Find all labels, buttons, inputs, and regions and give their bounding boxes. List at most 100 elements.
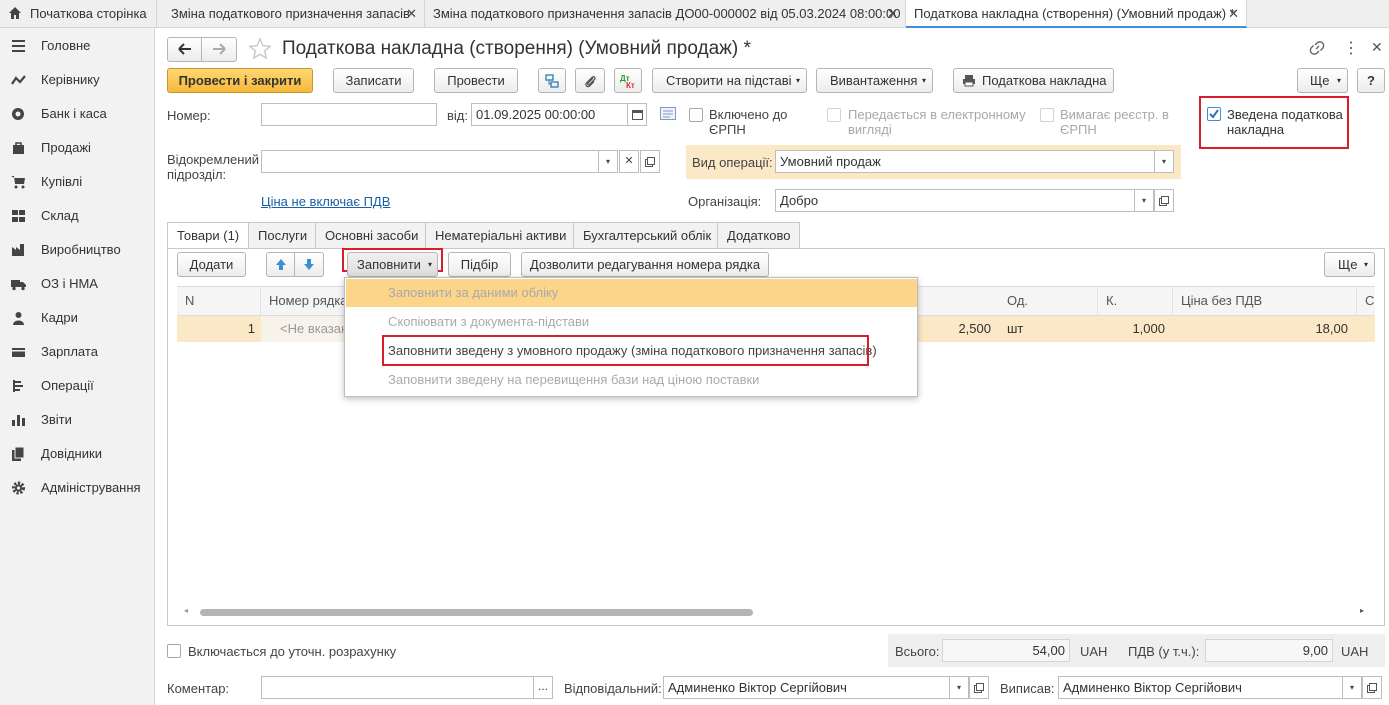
tab-additional[interactable]: Додатково [717,222,801,248]
calendar-button[interactable] [627,103,647,126]
erpn-included-checkbox[interactable] [689,108,703,122]
post-and-close-button[interactable]: Провести і закрити [167,68,313,93]
tab-services[interactable]: Послуги [248,222,318,248]
sidebar-item-label: Операції [41,378,94,393]
close-icon[interactable]: ✕ [406,0,417,27]
close-icon[interactable]: ✕ [1228,0,1239,27]
sidebar-item-reports[interactable]: Звіти [0,406,155,434]
col-unit-header[interactable]: Од. [999,287,1098,315]
tab-accounting[interactable]: Бухгалтерський облік [573,222,722,248]
menu-item-fill-consolidated-excess-base[interactable]: Заповнити зведену на перевищення бази на… [346,366,917,394]
dt-kt-button[interactable]: Дт Кт [614,68,642,93]
scroll-right-icon[interactable]: ▸ [1360,606,1364,615]
move-down-button[interactable] [295,252,324,277]
print-tax-invoice-button[interactable]: Податкова накладна [953,68,1114,93]
structure-button[interactable] [538,68,566,93]
save-button[interactable]: Записати [333,68,414,93]
operation-field[interactable]: Умовний продаж [775,150,1155,173]
cell-price[interactable]: 18,00 [1173,316,1348,342]
sidebar-item-warehouse[interactable]: Склад [0,202,155,230]
cell-k[interactable]: 1,000 [1098,316,1165,342]
tab-change-tax-purpose-doc[interactable]: Зміна податкового призначення запасів ДО… [425,0,906,28]
table-more-button[interactable]: Ще ▾ [1324,252,1375,277]
sidebar-item-production[interactable]: Виробництво [0,236,155,264]
add-row-button[interactable]: Додати [177,252,246,277]
export-button[interactable]: Вивантаження ▾ [816,68,933,93]
requires-registration-checkbox[interactable] [1040,108,1054,122]
sidebar-item-main[interactable]: Головне [0,32,155,60]
allow-edit-row-number-button[interactable]: Дозволити редагування номера рядка [521,252,769,277]
org-open[interactable] [1154,189,1174,212]
subdivision-open[interactable] [640,150,660,173]
sidebar-item-fixed-assets[interactable]: ОЗ і НМА [0,270,155,298]
books-icon [12,447,25,461]
sidebar-item-salary[interactable]: Зарплата [0,338,155,366]
close-form-icon[interactable]: ✕ [1371,39,1383,56]
cell-qty[interactable]: 2,500 [920,316,991,342]
responsible-open[interactable] [969,676,989,699]
issued-field[interactable]: Админенко Віктор Сергійович [1058,676,1343,699]
col-row-number-header[interactable]: Номер рядка [261,287,351,315]
sidebar-item-bank[interactable]: Банк і каса [0,100,155,128]
sidebar-item-manager[interactable]: Керівнику [0,66,155,94]
tab-change-tax-purpose[interactable]: Зміна податкового призначення запасів ✕ [157,0,425,28]
help-button[interactable]: ? [1357,68,1385,93]
document-icon[interactable] [660,107,676,120]
cell-row-number[interactable]: <Не вказан [261,316,351,342]
back-button[interactable] [167,37,202,62]
sidebar-item-hr[interactable]: Кадри [0,304,155,332]
sidebar-item-admin[interactable]: Адміністрування [0,474,155,502]
cell-unit[interactable]: шт [1007,316,1087,342]
tab-intangible-assets[interactable]: Нематеріальні активи [425,222,577,248]
subdivision-dropdown[interactable]: ▾ [598,150,618,173]
electronic-checkbox[interactable] [827,108,841,122]
subdivision-clear[interactable]: ✕ [619,150,639,173]
pick-button[interactable]: Підбір [448,252,511,277]
sidebar-item-label: ОЗ і НМА [41,276,98,291]
number-field[interactable] [261,103,437,126]
date-field[interactable]: 01.09.2025 00:00:00 [471,103,628,126]
star-icon[interactable] [248,37,272,61]
forward-button[interactable] [202,37,237,62]
org-dropdown[interactable]: ▾ [1134,189,1154,212]
org-field[interactable]: Добро [775,189,1135,212]
tab-fixed-assets[interactable]: Основні засоби [315,222,429,248]
close-icon[interactable]: ✕ [887,0,898,27]
col-k-header[interactable]: К. [1098,287,1173,315]
tab-tax-invoice[interactable]: Податкова накладна (створення) (Умовний … [906,0,1247,28]
operation-dropdown[interactable]: ▾ [1154,150,1174,173]
issued-dropdown[interactable]: ▾ [1342,676,1362,699]
comment-expand-button[interactable]: ... [533,676,553,699]
sidebar-item-operations[interactable]: Операції [0,372,155,400]
paperclip-icon [585,76,596,88]
horizontal-scrollbar[interactable] [200,609,753,616]
consolidated-checkbox[interactable] [1207,107,1221,121]
responsible-field[interactable]: Админенко Віктор Сергійович [663,676,950,699]
attach-button[interactable] [575,68,605,93]
operation-label: Вид операції: [692,155,773,170]
sidebar-item-sales[interactable]: Продажі [0,134,155,162]
col-cut-header[interactable]: С [1357,287,1375,315]
responsible-dropdown[interactable]: ▾ [949,676,969,699]
subdivision-field[interactable] [261,150,600,173]
sidebar-item-purchases[interactable]: Купівлі [0,168,155,196]
fill-button[interactable]: Заповнити ▾ [347,252,438,277]
move-up-button[interactable] [266,252,295,277]
col-n-header[interactable]: N [177,287,261,315]
link-icon[interactable] [1309,40,1326,56]
comment-field[interactable] [261,676,534,699]
price-vat-link[interactable]: Ціна не включає ПДВ [261,194,390,209]
tab-goods[interactable]: Товари (1) [167,222,250,249]
tab-home[interactable]: Початкова сторінка [0,0,157,28]
issued-open[interactable] [1362,676,1382,699]
menu-item-fill-from-accounting[interactable]: Заповнити за даними обліку [346,279,917,307]
scroll-left-icon[interactable]: ◂ [184,606,188,615]
sidebar-item-catalogs[interactable]: Довідники [0,440,155,468]
post-button[interactable]: Провести [434,68,518,93]
more-button[interactable]: Ще ▾ [1297,68,1348,93]
more-vert-icon[interactable]: ⋮ [1343,38,1359,58]
menu-item-copy-from-base-doc[interactable]: Скопіювати з документа-підстави [346,308,917,336]
create-based-button[interactable]: Створити на підставі ▾ [652,68,807,93]
col-price-header[interactable]: Ціна без ПДВ [1173,287,1357,315]
include-refinement-checkbox[interactable] [167,644,181,658]
